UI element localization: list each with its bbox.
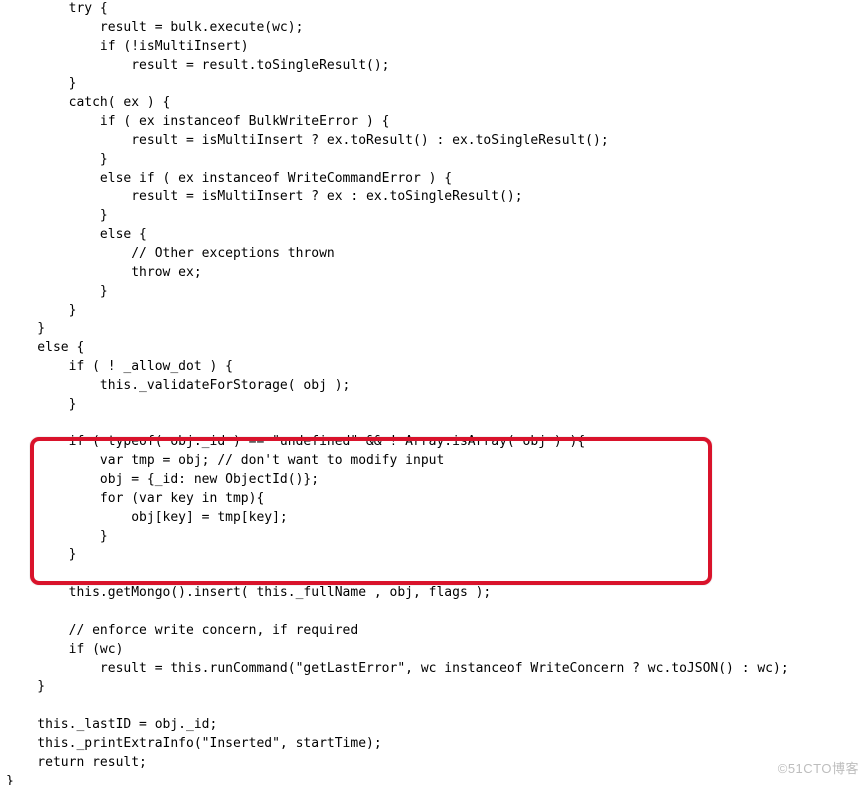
code-line: } bbox=[6, 774, 14, 785]
code-line: if ( ex instanceof BulkWriteError ) { bbox=[6, 114, 390, 129]
code-line: for (var key in tmp){ bbox=[6, 491, 264, 506]
code-line: this._validateForStorage( obj ); bbox=[6, 378, 350, 393]
code-line: result = bulk.execute(wc); bbox=[6, 20, 303, 35]
page-root: try { result = bulk.execute(wc); if (!is… bbox=[0, 0, 865, 785]
code-line: } bbox=[6, 208, 108, 223]
code-line: return result; bbox=[6, 755, 147, 770]
code-line: } bbox=[6, 529, 108, 544]
watermark-label: ©51CTO博客 bbox=[778, 760, 859, 779]
code-line: try { bbox=[6, 1, 108, 16]
code-line: else { bbox=[6, 227, 147, 242]
code-line: if ( typeof( obj._id ) == "undefined" &&… bbox=[6, 434, 585, 449]
code-line: } bbox=[6, 397, 76, 412]
code-line: } bbox=[6, 547, 76, 562]
code-line: } bbox=[6, 284, 108, 299]
code-line: else if ( ex instanceof WriteCommandErro… bbox=[6, 171, 452, 186]
code-line: this._lastID = obj._id; bbox=[6, 717, 217, 732]
code-line: } bbox=[6, 303, 76, 318]
code-line: result = this.runCommand("getLastError",… bbox=[6, 661, 789, 676]
code-line: } bbox=[6, 321, 45, 336]
code-line: throw ex; bbox=[6, 265, 202, 280]
code-line: result = result.toSingleResult(); bbox=[6, 58, 390, 73]
code-line: obj[key] = tmp[key]; bbox=[6, 510, 288, 525]
code-line: result = isMultiInsert ? ex : ex.toSingl… bbox=[6, 189, 523, 204]
code-line: if ( ! _allow_dot ) { bbox=[6, 359, 233, 374]
code-line: catch( ex ) { bbox=[6, 95, 170, 110]
code-line: this._printExtraInfo("Inserted", startTi… bbox=[6, 736, 382, 751]
code-line: } bbox=[6, 76, 76, 91]
code-line: // enforce write concern, if required bbox=[6, 623, 358, 638]
code-line: obj = {_id: new ObjectId()}; bbox=[6, 472, 319, 487]
code-line: // Other exceptions thrown bbox=[6, 246, 335, 261]
code-block: try { result = bulk.execute(wc); if (!is… bbox=[0, 0, 865, 785]
code-line: } bbox=[6, 152, 108, 167]
code-line: else { bbox=[6, 340, 84, 355]
code-line: this.getMongo().insert( this._fullName ,… bbox=[6, 585, 491, 600]
code-line: var tmp = obj; // don't want to modify i… bbox=[6, 453, 444, 468]
code-line: if (!isMultiInsert) bbox=[6, 39, 249, 54]
code-line: if (wc) bbox=[6, 642, 123, 657]
code-line: result = isMultiInsert ? ex.toResult() :… bbox=[6, 133, 609, 148]
code-line: } bbox=[6, 679, 45, 694]
